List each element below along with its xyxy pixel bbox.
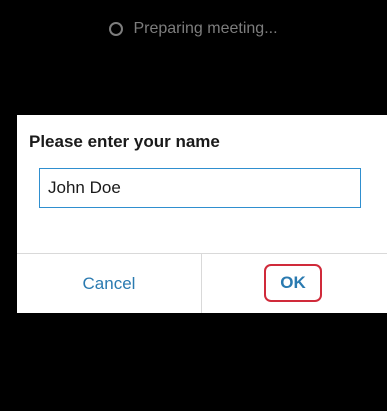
cancel-button[interactable]: Cancel <box>17 254 201 313</box>
status-text: Preparing meeting... <box>133 20 278 37</box>
name-input[interactable] <box>39 168 361 208</box>
ok-button[interactable]: OK <box>264 264 322 302</box>
name-dialog: Please enter your name Cancel OK <box>17 115 387 313</box>
dialog-title: Please enter your name <box>29 132 220 151</box>
screen: Preparing meeting... Please enter your n… <box>0 0 387 411</box>
ok-area: OK <box>202 254 387 313</box>
spinner-icon <box>109 22 124 36</box>
status-line: Preparing meeting... <box>0 20 387 38</box>
